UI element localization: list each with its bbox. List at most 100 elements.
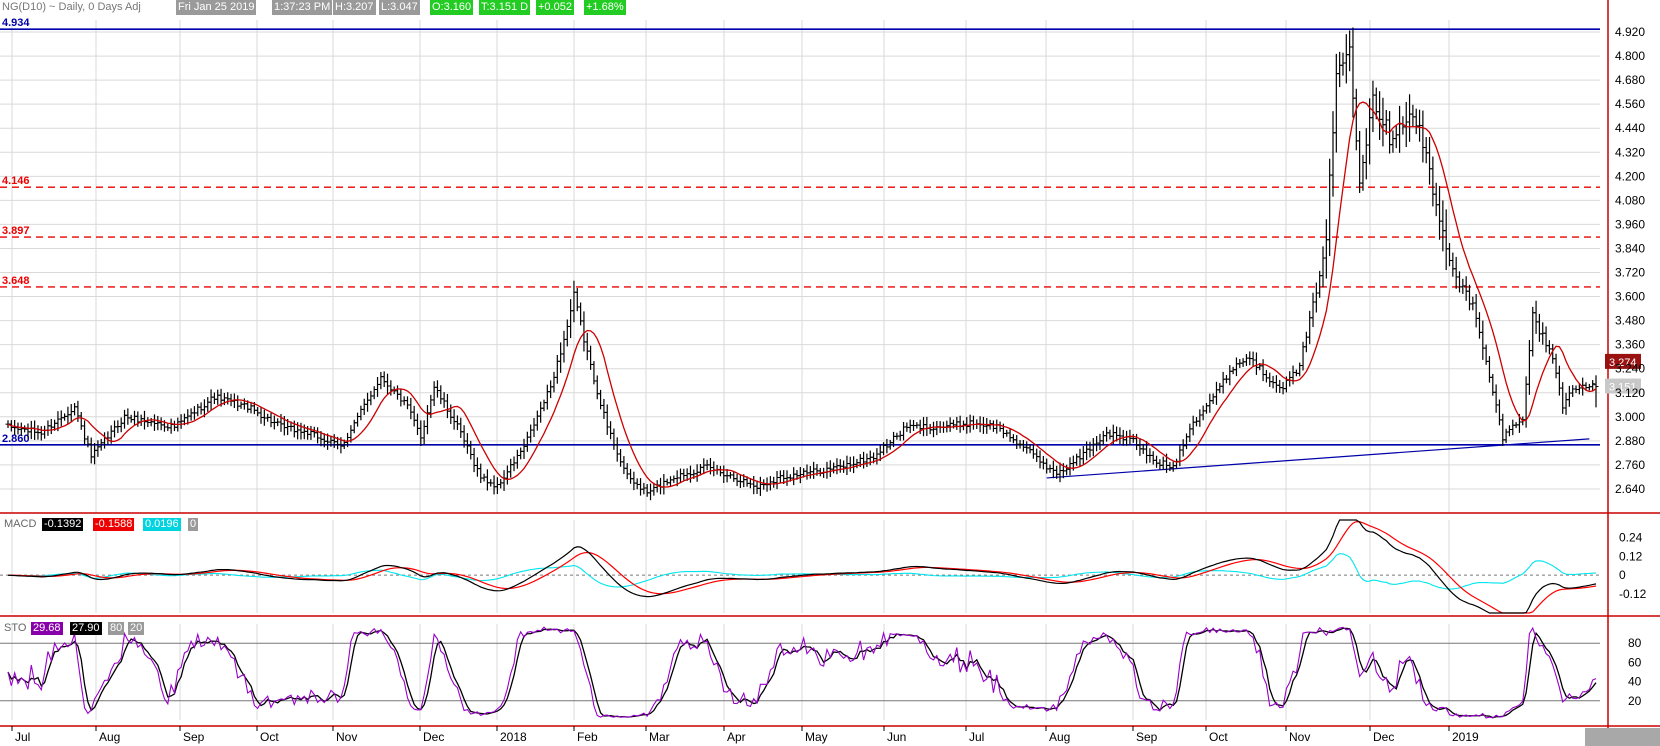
time-badge: 1:37:23 PM: [272, 0, 333, 15]
month-label: Nov: [1289, 730, 1310, 744]
price-bar: [1560, 382, 1566, 414]
price-bar: [1526, 339, 1532, 395]
price-bar: [238, 401, 244, 409]
price-bar: [671, 475, 677, 483]
low-badge: L:3.047: [379, 0, 420, 15]
sto-tick-label: 40: [1628, 675, 1642, 689]
price-bar: [980, 416, 986, 434]
price-bar: [1303, 331, 1309, 353]
price-bar: [791, 467, 797, 486]
price-bar: [1250, 351, 1256, 367]
price-bar: [1034, 448, 1040, 463]
price-bar: [1397, 105, 1403, 153]
price-bar: [404, 396, 410, 410]
price-bar: [1127, 429, 1133, 446]
price-bar: [551, 371, 557, 393]
price-bar: [1533, 300, 1539, 334]
price-bar: [1170, 461, 1176, 472]
price-bar: [1260, 359, 1266, 382]
level-label: 4.146: [2, 175, 30, 187]
price-bar: [1157, 459, 1163, 470]
price-bar: [638, 478, 644, 496]
macd-value: -0.1392: [42, 518, 84, 531]
price-bar: [578, 302, 584, 326]
sto-title: STO: [4, 622, 27, 634]
price-bar: [32, 420, 38, 440]
price-bar: [588, 345, 594, 370]
price-bar: [1300, 341, 1306, 371]
price-bar: [451, 409, 457, 430]
price-bar: [215, 389, 221, 405]
stock-chart[interactable]: 4.9344.1463.8973.6482.8603.2743.151 4.92…: [0, 0, 1660, 746]
price-bar: [677, 468, 683, 484]
price-bar: [548, 380, 554, 399]
price-bar: [777, 470, 783, 483]
price-bar: [1420, 110, 1426, 163]
macd-signal-value: -0.1588: [93, 518, 135, 531]
price-bar: [538, 401, 544, 423]
price-bar: [128, 414, 134, 423]
price-bar: [1187, 423, 1193, 443]
date-badge: Fri Jan 25 2019: [176, 0, 257, 15]
price-bar: [1593, 375, 1599, 408]
change-pct-badge: +1.68%: [584, 0, 626, 15]
month-label: Oct: [1209, 730, 1228, 744]
price-bar: [88, 437, 94, 464]
price-bar: [804, 464, 810, 480]
price-bar: [65, 406, 71, 425]
macd-hist-value: 0.0196: [143, 518, 181, 531]
price-bar: [1154, 455, 1160, 468]
price-tick-label: 4.320: [1615, 145, 1645, 159]
price-bar: [568, 299, 574, 339]
price-bar: [355, 412, 361, 427]
price-tick-label: 4.800: [1615, 49, 1645, 63]
price-bar: [757, 476, 763, 496]
price-bar: [205, 397, 211, 412]
sto-upper-level: 80: [108, 622, 125, 635]
price-bar: [861, 451, 867, 469]
price-bar: [927, 423, 933, 435]
price-bar: [574, 288, 580, 312]
level-label: 4.934: [2, 17, 30, 29]
price-bar: [48, 418, 54, 435]
price-bar: [381, 371, 387, 388]
price-bar: [1050, 460, 1056, 479]
price-bar: [711, 461, 717, 477]
price-bar: [731, 471, 737, 482]
month-label: Oct: [260, 730, 279, 744]
price-tick-label: 2.640: [1615, 482, 1645, 496]
price-tick-label: 4.440: [1615, 121, 1645, 135]
price-bar: [824, 461, 830, 479]
price-bar: [351, 419, 357, 434]
price-bar: [168, 418, 174, 434]
price-bar: [438, 385, 444, 405]
price-bar: [954, 416, 960, 430]
price-bar: [1124, 430, 1130, 446]
price-bar: [541, 399, 547, 412]
price-bar: [68, 404, 74, 423]
price-tick-label: 3.120: [1615, 386, 1645, 400]
price-bar: [1410, 104, 1416, 127]
price-tick-label: 3.240: [1615, 362, 1645, 376]
month-label: Aug: [1049, 730, 1070, 744]
price-bar: [268, 412, 274, 428]
x-axis-labels: Jul Aug Sep Oct Nov Dec 2018 Feb Mar Apr May Jun Jul…: [11, 726, 1479, 744]
level-label: 3.648: [2, 275, 30, 287]
price-bar: [1466, 284, 1472, 311]
price-tick-label: 4.200: [1615, 169, 1645, 183]
price-tick-label: 3.000: [1615, 410, 1645, 424]
price-bar: [1536, 313, 1542, 342]
price-bar: [1253, 352, 1259, 375]
price-bar: [601, 398, 607, 419]
price-bar: [498, 479, 504, 489]
month-label: Dec: [1373, 730, 1394, 744]
price-bar: [434, 380, 440, 398]
price-tick-label: 3.480: [1615, 314, 1645, 328]
price-bar: [528, 424, 534, 443]
price-bar: [524, 431, 530, 452]
price-bar: [847, 456, 853, 472]
price-bar: [1427, 136, 1433, 185]
price-bar: [1100, 430, 1106, 446]
price-bar: [118, 417, 124, 433]
price-tick-label: 3.600: [1615, 290, 1645, 304]
